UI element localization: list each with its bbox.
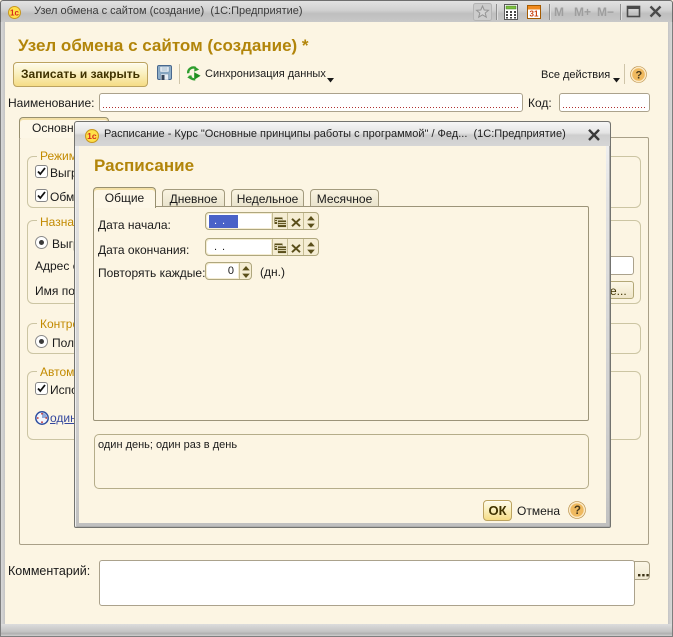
svg-text:1с: 1с — [10, 9, 19, 18]
svg-text:?: ? — [636, 70, 643, 82]
svg-text:31: 31 — [530, 10, 539, 19]
svg-text:?: ? — [574, 504, 581, 517]
svg-text:1с: 1с — [87, 131, 97, 141]
